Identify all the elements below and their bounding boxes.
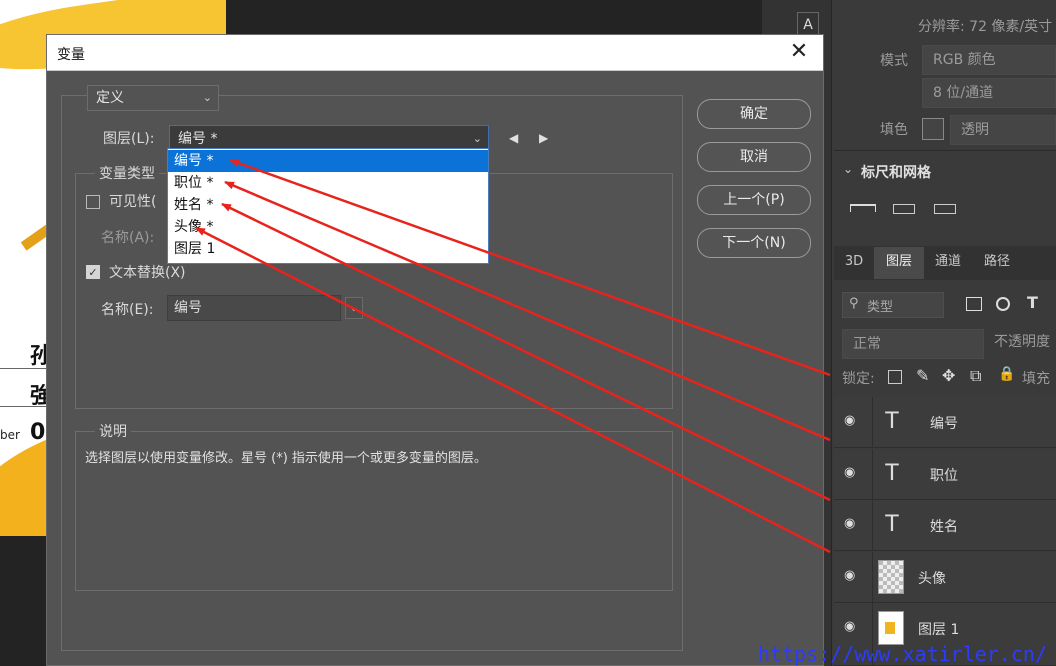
canvas-dark-area-bottom — [0, 536, 48, 666]
mode-dropdown[interactable]: 定义 ⌄ — [87, 85, 219, 111]
dialog-titlebar[interactable]: 变量 ✕ — [47, 35, 823, 71]
layer-name[interactable]: 头像 — [918, 568, 946, 588]
adjustment-filter-icon[interactable] — [996, 297, 1010, 311]
layer-select-value: 编号 * — [178, 131, 218, 147]
tab-layers[interactable]: 图层 — [874, 247, 924, 279]
eye-icon[interactable]: ◉ — [844, 414, 860, 427]
eye-icon[interactable]: ◉ — [844, 620, 860, 633]
search-icon: ⚲ — [849, 296, 859, 311]
canvas-label-3: ber — [0, 428, 20, 442]
eye-icon[interactable]: ◉ — [844, 569, 860, 582]
guides-icon[interactable] — [934, 204, 956, 214]
layer-option[interactable]: 图层 1 — [168, 238, 488, 260]
lock-pixels-icon[interactable] — [888, 370, 902, 384]
canvas-text-3: 0 — [30, 420, 46, 445]
layer-name[interactable]: 姓名 — [930, 516, 958, 536]
image-layer-thumbnail — [878, 611, 904, 645]
layer-divider — [872, 449, 873, 500]
layer-option[interactable]: 头像 * — [168, 216, 488, 238]
close-icon[interactable]: ✕ — [787, 39, 811, 65]
layer-name[interactable]: 编号 — [930, 413, 958, 433]
description-title: 说明 — [95, 421, 131, 441]
layer-divider — [872, 552, 873, 603]
variables-dialog: 变量 ✕ 定义 ⌄ 图层(L): 编号 * ⌄ ◀ ▶ 变量类型 可见性( 名称… — [46, 34, 824, 666]
layer-option[interactable]: 职位 * — [168, 172, 488, 194]
visibility-name-label: 名称(A): — [101, 230, 155, 246]
visibility-checkbox[interactable] — [86, 195, 100, 209]
type-filter-icon[interactable]: T — [1027, 293, 1038, 312]
layer-filter-label: 类型 — [867, 300, 894, 315]
lock-icon[interactable]: 🔒 — [998, 366, 1015, 382]
layer-row[interactable]: ◉ T 姓名 — [834, 500, 1056, 551]
mode-dropdown-value: 定义 — [96, 90, 124, 106]
prev-layer-arrow-icon[interactable]: ◀ — [509, 131, 518, 145]
chevron-down-icon: ⌄ — [202, 91, 212, 104]
blend-mode-select[interactable]: 正常 — [842, 329, 984, 359]
chevron-down-icon[interactable]: ⌄ — [843, 162, 853, 176]
fill-label: 填色 — [880, 122, 908, 138]
text-replace-name-field[interactable]: 编号 — [167, 295, 341, 321]
thumbnail-mark — [885, 622, 895, 634]
visibility-label[interactable]: 可见性( — [109, 191, 156, 211]
text-replace-name-label: 名称(E): — [101, 302, 154, 318]
move-icon[interactable]: ✥ — [942, 366, 955, 385]
opacity-label: 不透明度 — [994, 334, 1050, 350]
fill-opacity-label: 填充 — [1022, 371, 1050, 387]
text-replace-label[interactable]: 文本替换(X) — [109, 262, 186, 282]
chevron-down-icon[interactable]: ⌄ — [345, 297, 363, 319]
text-layer-icon: T — [885, 512, 899, 537]
resolution-text: 分辨率: 72 像素/英寸 — [918, 19, 1053, 35]
ruler-icon[interactable] — [850, 204, 876, 212]
image-layer-thumbnail — [878, 560, 904, 594]
layer-name[interactable]: 图层 1 — [918, 619, 959, 639]
tab-paths[interactable]: 路径 — [974, 247, 1020, 279]
mode-select[interactable]: RGB 颜色 — [922, 45, 1056, 75]
text-layer-icon: T — [885, 409, 899, 434]
cancel-button[interactable]: 取消 — [697, 142, 811, 172]
previous-button[interactable]: 上一个(P) — [697, 185, 811, 215]
layer-filter-select[interactable]: ⚲ 类型 — [842, 292, 944, 318]
text-replace-checkbox[interactable]: ✓ — [86, 265, 100, 279]
fill-swatch[interactable] — [922, 118, 944, 140]
canvas-dark-area — [226, 0, 762, 36]
layer-option[interactable]: 姓名 * — [168, 194, 488, 216]
eye-icon[interactable]: ◉ — [844, 466, 860, 479]
layer-label: 图层(L): — [103, 131, 155, 147]
next-layer-arrow-icon[interactable]: ▶ — [539, 131, 548, 145]
rulers-section-title[interactable]: 标尺和网格 — [861, 162, 931, 182]
grid-icon[interactable] — [893, 204, 915, 214]
artboard-icon[interactable]: ⧉ — [970, 366, 981, 386]
layer-option[interactable]: 编号 * — [168, 150, 488, 172]
eye-icon[interactable]: ◉ — [844, 517, 860, 530]
image-filter-icon[interactable] — [966, 297, 982, 311]
fill-select[interactable]: 透明 — [950, 115, 1056, 145]
panel-divider — [834, 150, 1056, 151]
tab-channels[interactable]: 通道 — [926, 247, 970, 279]
brush-icon[interactable]: ✎ — [916, 366, 929, 385]
dialog-title: 变量 — [57, 47, 85, 63]
watermark-url[interactable]: https://www.xatirler.cn/ — [758, 642, 1047, 666]
layer-name[interactable]: 职位 — [930, 465, 958, 485]
layer-row[interactable]: ◉ T 编号 — [834, 397, 1056, 448]
layer-row[interactable]: ◉ T 职位 — [834, 449, 1056, 500]
next-button[interactable]: 下一个(N) — [697, 228, 811, 258]
layer-row[interactable]: ◉ 头像 — [834, 552, 1056, 603]
layer-dropdown-list: 编号 * 职位 * 姓名 * 头像 * 图层 1 — [167, 148, 489, 264]
text-layer-icon: T — [885, 461, 899, 486]
lock-label: 锁定: — [842, 371, 875, 387]
tab-3d[interactable]: 3D — [838, 247, 870, 279]
layer-divider — [872, 500, 873, 551]
variable-type-title: 变量类型 — [95, 163, 159, 183]
depth-select[interactable]: 8 位/通道 — [922, 78, 1056, 108]
ok-button[interactable]: 确定 — [697, 99, 811, 129]
layer-divider — [872, 397, 873, 448]
mode-label: 模式 — [880, 53, 908, 69]
description-text: 选择图层以使用变量修改。星号 (*) 指示使用一个或更多变量的图层。 — [85, 451, 487, 466]
